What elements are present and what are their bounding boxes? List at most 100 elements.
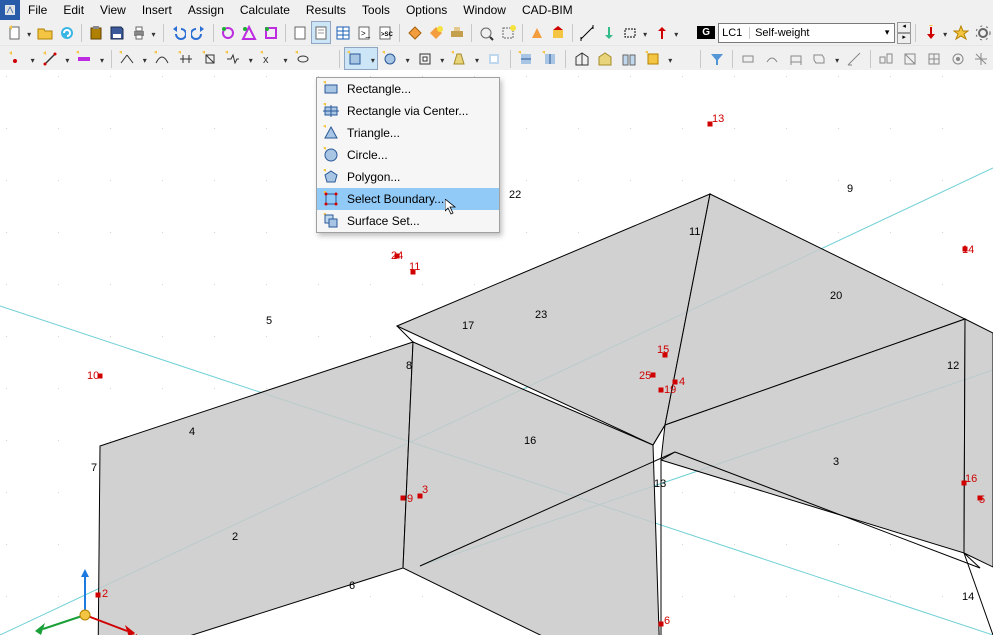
- tool-h2[interactable]: [594, 47, 617, 70]
- tool-e6[interactable]: x: [257, 47, 291, 70]
- tool-a3[interactable]: [261, 21, 281, 44]
- view-k1[interactable]: [875, 47, 898, 70]
- measure-button[interactable]: [577, 21, 597, 44]
- svg-text:x: x: [263, 54, 269, 66]
- view-elm-1[interactable]: [737, 47, 760, 70]
- new-line-button[interactable]: [39, 47, 73, 70]
- new-button[interactable]: [4, 21, 34, 44]
- tool-f4[interactable]: [448, 47, 482, 70]
- menu-window[interactable]: Window: [455, 0, 514, 20]
- menu-results[interactable]: Results: [298, 0, 354, 20]
- tool-e3[interactable]: [175, 47, 198, 70]
- tool-e4[interactable]: [198, 47, 221, 70]
- node-label-3: 3: [422, 484, 428, 496]
- menu-view[interactable]: View: [92, 0, 134, 20]
- new-member-button[interactable]: [73, 47, 107, 70]
- tool-f3[interactable]: [414, 47, 448, 70]
- node-9[interactable]: [401, 496, 406, 501]
- surface-6: [964, 319, 993, 567]
- redo-button[interactable]: [189, 21, 209, 44]
- view-elm-2[interactable]: [761, 47, 784, 70]
- lc-type-badge: G: [697, 26, 715, 39]
- tool-a1[interactable]: [218, 21, 238, 44]
- tool-b3[interactable]: [447, 21, 467, 44]
- view-elm-4[interactable]: [808, 47, 842, 70]
- undo-button[interactable]: [167, 21, 187, 44]
- new-surface-button[interactable]: [344, 47, 378, 70]
- lc-next[interactable]: ▸: [897, 33, 911, 44]
- node-label-9: 9: [407, 493, 413, 505]
- tool-d2[interactable]: [548, 21, 568, 44]
- view-elm-5[interactable]: [843, 47, 866, 70]
- surface-context-menu[interactable]: Rectangle...Rectangle via Center...Trian…: [316, 77, 500, 233]
- menu-assign[interactable]: Assign: [180, 0, 232, 20]
- tool-c1[interactable]: [476, 21, 496, 44]
- wizard-btn[interactable]: [951, 21, 971, 44]
- settings-btn[interactable]: [972, 21, 992, 44]
- view-ctrl-button[interactable]: [620, 21, 650, 44]
- view-k3[interactable]: [922, 47, 945, 70]
- save-button[interactable]: [107, 21, 127, 44]
- node-6[interactable]: [659, 622, 664, 627]
- exp-btn[interactable]: [651, 21, 681, 44]
- ctx-item-circle[interactable]: Circle...: [317, 144, 499, 166]
- ctx-item-rectangle[interactable]: Rectangle...: [317, 78, 499, 100]
- node-2[interactable]: [96, 593, 101, 598]
- node-25[interactable]: [651, 373, 656, 378]
- menu-calculate[interactable]: Calculate: [232, 0, 298, 20]
- tool-e1[interactable]: [116, 47, 150, 70]
- menu-file[interactable]: File: [20, 0, 55, 20]
- view-k2[interactable]: [899, 47, 922, 70]
- tool-h4[interactable]: [642, 47, 676, 70]
- script-button[interactable]: >_: [354, 21, 374, 44]
- ctx-item-triangle[interactable]: Triangle...: [317, 122, 499, 144]
- tool-h1[interactable]: [570, 47, 593, 70]
- tool-e7[interactable]: [291, 47, 314, 70]
- tool-e5[interactable]: [222, 47, 256, 70]
- ctx-item-boundary[interactable]: Select Boundary...: [317, 188, 499, 210]
- menu-edit[interactable]: Edit: [55, 0, 92, 20]
- tool-f5[interactable]: [483, 47, 506, 70]
- ctx-item-polygon[interactable]: Polygon...: [317, 166, 499, 188]
- tool-a2[interactable]: [239, 21, 259, 44]
- view-elm-3[interactable]: [785, 47, 808, 70]
- ctx-item-rect-center[interactable]: Rectangle via Center...: [317, 100, 499, 122]
- view-k5[interactable]: [970, 47, 993, 70]
- toolbar-row-1: >_ >SC G LC1 Self-weight ▾ ◂ ▸: [0, 20, 993, 46]
- tool-g1[interactable]: [515, 47, 538, 70]
- tool-f2[interactable]: [379, 47, 413, 70]
- node-label-14: 14: [962, 244, 974, 256]
- line-label-7: 7: [91, 462, 97, 474]
- tool-b2[interactable]: [426, 21, 446, 44]
- menu-cad-bim[interactable]: CAD-BIM: [514, 0, 581, 20]
- lc-spinner[interactable]: ◂ ▸: [897, 22, 911, 44]
- node-19[interactable]: [659, 388, 664, 393]
- print-button[interactable]: [128, 21, 158, 44]
- filter-button[interactable]: [705, 47, 728, 70]
- tool-c2[interactable]: [498, 21, 518, 44]
- refresh-button[interactable]: [57, 21, 77, 44]
- menu-options[interactable]: Options: [398, 0, 455, 20]
- tool-b1[interactable]: [404, 21, 424, 44]
- ctx-item-surface-set[interactable]: Surface Set...: [317, 210, 499, 232]
- view-k4[interactable]: [946, 47, 969, 70]
- lc-prev[interactable]: ◂: [897, 22, 911, 33]
- tables-button[interactable]: [332, 21, 352, 44]
- loads-btn[interactable]: [920, 21, 950, 44]
- tool-g2[interactable]: [539, 47, 562, 70]
- node-label-13: 13: [712, 113, 724, 125]
- menubar[interactable]: FileEditViewInsertAssignCalculateResults…: [0, 0, 993, 20]
- tool-e2[interactable]: [151, 47, 174, 70]
- imp-btn[interactable]: [599, 21, 619, 44]
- menu-insert[interactable]: Insert: [134, 0, 180, 20]
- paste-button[interactable]: [86, 21, 106, 44]
- doc-btn-2[interactable]: [311, 21, 331, 44]
- menu-tools[interactable]: Tools: [354, 0, 398, 20]
- new-node-button[interactable]: [4, 47, 38, 70]
- tool-h3[interactable]: [618, 47, 641, 70]
- open-button[interactable]: [35, 21, 55, 44]
- load-case-select[interactable]: LC1 Self-weight ▾: [718, 23, 895, 43]
- doc-btn-1[interactable]: [290, 21, 310, 44]
- sc-button[interactable]: >SC: [375, 21, 395, 44]
- tool-d1[interactable]: [527, 21, 547, 44]
